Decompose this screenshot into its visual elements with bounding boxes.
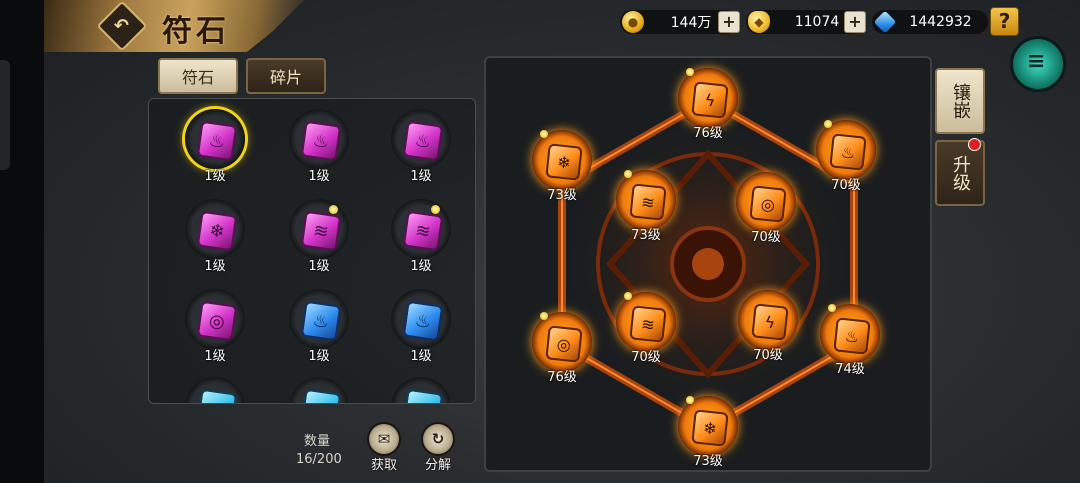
rune-level: 1级 — [204, 349, 226, 364]
node-level: 70级 — [751, 230, 781, 245]
node-level: 70级 — [631, 350, 661, 365]
flame-icon: ♨ — [833, 317, 871, 355]
add-gold-ingot-button[interactable]: + — [844, 11, 866, 33]
menu-icon: ≡ — [1027, 49, 1046, 74]
rune-level: 1级 — [308, 349, 330, 364]
claw-icon: ≋ — [629, 183, 667, 221]
recycle-icon: ↻ — [421, 422, 455, 456]
node-level: 74级 — [835, 362, 865, 377]
array-node[interactable]: ◎ 76级 — [528, 310, 598, 394]
rune-level: 1级 — [204, 169, 226, 184]
flame-icon: ♨ — [300, 300, 342, 342]
rune-level: 1级 — [204, 259, 226, 274]
claw-icon: ≋ — [300, 210, 342, 252]
tornado-icon: ◎ — [196, 300, 238, 342]
array-node[interactable]: ◎ 70级 — [732, 170, 802, 254]
array-node[interactable]: ≋ 70级 — [612, 290, 682, 374]
snowflake-icon: ❄ — [196, 210, 238, 252]
tab-inlay[interactable]: 镶嵌 — [935, 68, 985, 134]
rune-level: 1级 — [308, 259, 330, 274]
node-level: 73级 — [693, 454, 723, 469]
rune-slot[interactable]: ♨ 1级 — [389, 289, 453, 371]
star-badge-icon — [540, 130, 548, 138]
node-level: 70级 — [831, 178, 861, 193]
add-gold-coin-button[interactable]: + — [718, 11, 740, 33]
gold-ingot-icon: ◆ — [748, 11, 770, 33]
rune-level: 1级 — [410, 259, 432, 274]
snowflake-icon: ❄ — [545, 143, 583, 181]
rune-slot[interactable]: ◎ 1级 — [183, 289, 247, 371]
star-badge-icon — [624, 170, 632, 178]
array-node[interactable]: ϟ 70级 — [734, 288, 804, 372]
count-value: 16/200 — [296, 452, 342, 467]
star-badge-icon — [828, 304, 836, 312]
star-badge-icon — [824, 120, 832, 128]
notification-dot — [968, 138, 981, 151]
rune-slot[interactable]: ❄ 1级 — [183, 199, 247, 281]
tab-runes[interactable]: 符石 — [158, 58, 238, 94]
snowflake-icon: ❄ — [691, 409, 729, 447]
array-node[interactable]: ♨ 74级 — [816, 302, 886, 386]
star-badge-icon — [686, 68, 694, 76]
star-badge-icon — [686, 396, 694, 404]
star-badge-icon — [431, 205, 440, 214]
node-level: 73级 — [547, 188, 577, 203]
tornado-icon: ◎ — [749, 185, 787, 223]
rune-array-panel: ϟ 76级 ❄ 73级 ♨ 70级 ≋ 73级 ◎ 70级 ≋ 70级 ϟ 70级 ◎ 76级 ♨ 74级 ❄ 73级 — [484, 56, 932, 472]
flame-icon: ♨ — [196, 120, 238, 162]
lightning-icon: ϟ — [751, 303, 789, 341]
tornado-icon: ◎ — [545, 325, 583, 363]
array-node[interactable]: ≋ 73级 — [612, 168, 682, 252]
rune-level: 1级 — [410, 349, 432, 364]
count-label: 数量 — [304, 434, 331, 449]
array-node[interactable]: ❄ 73级 — [674, 394, 744, 470]
node-level: 76级 — [693, 126, 723, 141]
node-level: 76级 — [547, 370, 577, 385]
claw-icon: ≋ — [629, 305, 667, 343]
rune-slot-partial[interactable] — [389, 377, 453, 403]
star-badge-icon — [329, 205, 338, 214]
obtain-button[interactable]: ✉ 获取 — [364, 422, 404, 473]
rune-slot[interactable]: ≋ 1级 — [389, 199, 453, 281]
rune-level: 1级 — [410, 169, 432, 184]
flame-icon: ♨ — [402, 300, 444, 342]
flame-icon: ♨ — [402, 120, 444, 162]
rune-slot[interactable]: ♨ 1级 — [389, 109, 453, 191]
flame-icon: ♨ — [829, 133, 867, 171]
array-node[interactable]: ♨ 70级 — [812, 118, 882, 202]
star-badge-icon — [540, 312, 548, 320]
tab-fragments[interactable]: 碎片 — [246, 58, 326, 94]
rune-slot-partial[interactable] — [287, 377, 351, 403]
claw-icon: ≋ — [402, 210, 444, 252]
rune-slot[interactable]: ♨ 1级 — [287, 289, 351, 371]
rune-level: 1级 — [308, 169, 330, 184]
decompose-button[interactable]: ↻ 分解 — [418, 422, 458, 473]
rune-slot[interactable]: ♨ 1级 — [287, 109, 351, 191]
array-node[interactable]: ϟ 76级 — [674, 66, 744, 150]
rune-slot[interactable]: ≋ 1级 — [287, 199, 351, 281]
edge-handle[interactable] — [0, 60, 10, 170]
decompose-label: 分解 — [424, 458, 451, 473]
gold-coin-icon: ● — [622, 11, 644, 33]
help-button[interactable]: ? — [990, 7, 1019, 36]
yin-yang-core — [692, 248, 724, 280]
currency-diamond: 1442932 — [872, 10, 988, 34]
diamond-value: 1442932 — [909, 14, 972, 30]
node-level: 70级 — [753, 348, 783, 363]
rune-slot[interactable]: ♨ 1级 — [183, 109, 247, 191]
system-edge-bar — [0, 0, 44, 483]
side-menu-toggle[interactable]: ≡ — [1010, 36, 1066, 92]
obtain-label: 获取 — [370, 458, 397, 473]
return-arrow-icon: ↶ — [114, 15, 130, 37]
array-node[interactable]: ❄ 73级 — [528, 128, 598, 212]
rune-grid-panel[interactable]: ♨ 1级 ♨ 1级 ♨ 1级 ❄ 1级 ≋ 1级 ≋ 1级 ◎ 1级 ♨ 1级 ♨ 1级 — [148, 98, 476, 404]
star-badge-icon — [624, 292, 632, 300]
lightning-icon: ϟ — [691, 81, 729, 119]
scroll-icon: ✉ — [367, 422, 401, 456]
rune-slot-partial[interactable] — [183, 377, 247, 403]
flame-icon: ♨ — [300, 120, 342, 162]
node-level: 73级 — [631, 228, 661, 243]
page-title: 符石 — [162, 14, 230, 49]
